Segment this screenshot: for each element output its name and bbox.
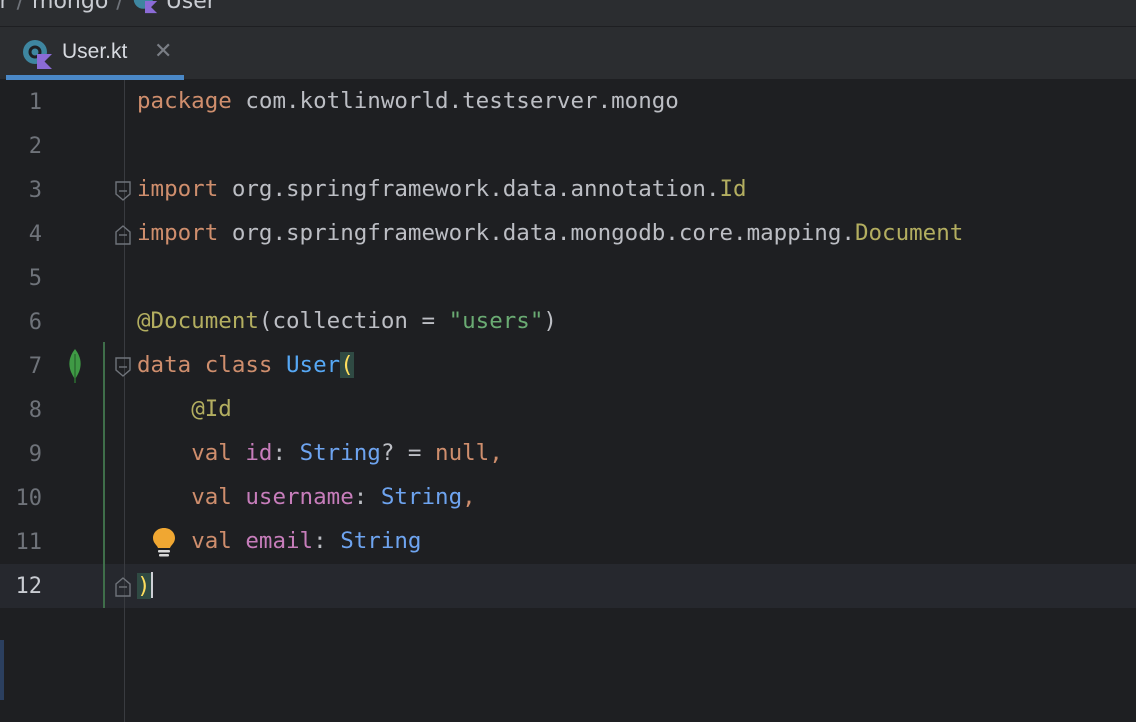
line-number[interactable]: 8 <box>0 398 42 423</box>
code-text[interactable]: @Id <box>137 396 232 422</box>
line-number[interactable]: 4 <box>0 222 42 247</box>
breadcrumb-item-user[interactable]: User <box>166 0 216 14</box>
tab-label: User.kt <box>62 40 128 63</box>
code-line[interactable]: 11 val email: String <box>0 520 1136 564</box>
code-text[interactable]: ) <box>137 572 153 599</box>
code-line[interactable]: 6 @Document(collection = "users") <box>0 300 1136 344</box>
line-number[interactable]: 7 <box>0 354 42 379</box>
breadcrumb-item-parent[interactable]: er <box>0 0 9 14</box>
line-number[interactable]: 11 <box>0 530 43 555</box>
line-number[interactable]: 9 <box>0 442 42 467</box>
line-number[interactable]: 3 <box>0 178 42 203</box>
code-text[interactable]: package com.kotlinworld.testserver.mongo <box>137 88 679 114</box>
fold-toggle-icon[interactable] <box>115 225 131 245</box>
code-line[interactable]: 4 import org.springframework.data.mongodb… <box>0 212 1136 256</box>
fold-toggle-icon[interactable] <box>115 181 131 201</box>
breadcrumb-separator: / <box>16 0 25 14</box>
code-text[interactable]: val email: String <box>137 528 421 554</box>
code-line[interactable]: 3 import org.springframework.data.annotat… <box>0 168 1136 212</box>
tab-user-kt[interactable]: User.kt ✕ <box>6 27 184 80</box>
line-number[interactable]: 5 <box>0 266 42 291</box>
code-line[interactable]: 7 data class User( <box>0 344 1136 388</box>
kotlin-class-icon <box>132 0 158 14</box>
text-caret <box>150 572 153 598</box>
code-text[interactable]: import org.springframework.data.annotati… <box>137 176 747 202</box>
editor-tab-bar: User.kt ✕ <box>0 26 1136 80</box>
code-text[interactable]: val username: String, <box>137 484 475 510</box>
kotlin-class-icon <box>22 39 52 69</box>
left-edge-marker <box>0 640 4 700</box>
breadcrumb: er / mongo / User <box>0 0 1136 26</box>
fold-toggle-icon[interactable] <box>115 577 131 597</box>
line-number[interactable]: 12 <box>0 574 43 599</box>
code-line[interactable]: 5 <box>0 256 1136 300</box>
mongodb-leaf-icon[interactable] <box>64 348 86 384</box>
fold-toggle-icon[interactable] <box>115 357 131 377</box>
code-text[interactable]: data class User( <box>137 352 354 378</box>
line-number[interactable]: 2 <box>0 134 42 159</box>
code-line[interactable]: 10 val username: String, <box>0 476 1136 520</box>
code-editor[interactable]: 1 package com.kotlinworld.testserver.mong… <box>0 80 1136 722</box>
line-number[interactable]: 10 <box>0 486 43 511</box>
code-text[interactable]: @Document(collection = "users") <box>137 308 557 334</box>
code-line[interactable]: 9 val id: String? = null, <box>0 432 1136 476</box>
code-line[interactable]: 2 <box>0 124 1136 168</box>
code-line[interactable]: 8 @Id <box>0 388 1136 432</box>
line-number[interactable]: 6 <box>0 310 42 335</box>
code-line[interactable]: 1 package com.kotlinworld.testserver.mong… <box>0 80 1136 124</box>
breadcrumb-separator: / <box>116 0 124 14</box>
close-icon[interactable]: ✕ <box>154 39 172 64</box>
line-number[interactable]: 1 <box>0 90 42 115</box>
code-line[interactable]: 12) <box>0 564 1136 608</box>
breadcrumb-item-mongo[interactable]: mongo <box>32 0 108 14</box>
code-text[interactable]: val id: String? = null, <box>137 440 503 466</box>
code-text[interactable]: import org.springframework.data.mongodb.… <box>137 220 963 246</box>
